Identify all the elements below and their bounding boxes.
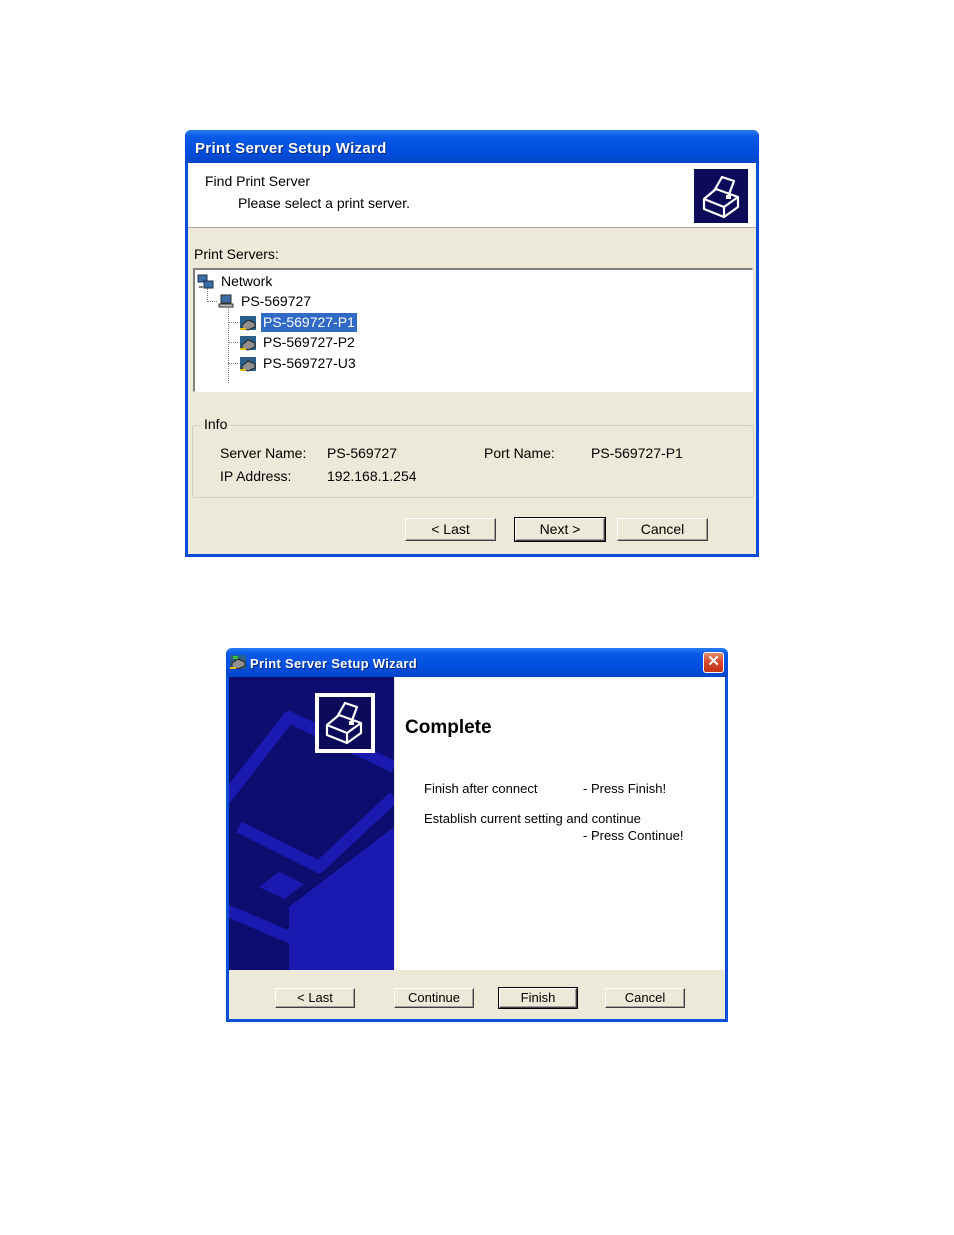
server-name-value: PS-569727 xyxy=(327,445,398,461)
header-title: Find Print Server xyxy=(205,173,311,189)
tree-line xyxy=(228,308,229,383)
continue-button[interactable]: Continue xyxy=(394,988,474,1008)
tree-node-network[interactable]: Network xyxy=(197,272,274,291)
printer-icon xyxy=(694,169,748,223)
tree-line xyxy=(228,342,238,343)
computer-icon xyxy=(217,294,235,310)
port-name-label: Port Name: xyxy=(484,445,555,461)
last-button[interactable]: < Last xyxy=(405,518,496,541)
wizard-side-banner xyxy=(229,677,394,970)
server-name-label: Server Name: xyxy=(220,445,307,461)
instruction-continue-action: - Press Continue! xyxy=(583,828,684,843)
cancel-button[interactable]: Cancel xyxy=(605,988,685,1008)
complete-dialog: Print Server Setup Wizard ✕ Complete Fin… xyxy=(226,648,728,1022)
finish-button[interactable]: Finish xyxy=(498,987,578,1009)
instruction-finish: Finish after connect xyxy=(424,781,538,796)
close-icon[interactable]: ✕ xyxy=(703,652,724,673)
printer-port-icon xyxy=(239,356,257,372)
window-title: Print Server Setup Wizard xyxy=(195,140,387,157)
tree-node-port[interactable]: PS-569727-P1 xyxy=(239,313,357,332)
wizard-content: Complete Finish after connect - Press Fi… xyxy=(395,677,725,970)
page-title: Complete xyxy=(405,717,492,738)
app-icon xyxy=(230,655,246,670)
printer-port-icon xyxy=(239,335,257,351)
tree-node-port[interactable]: PS-569727-P2 xyxy=(239,333,357,352)
printer-port-icon xyxy=(239,315,257,331)
title-bar[interactable]: Print Server Setup Wizard xyxy=(185,130,759,163)
printer-icon xyxy=(315,693,375,753)
info-groupbox: Info Server Name: PS-569727 Port Name: P… xyxy=(192,416,754,498)
network-icon xyxy=(197,274,215,290)
find-print-server-dialog: Print Server Setup Wizard Find Print Ser… xyxy=(185,130,759,557)
header-subtitle: Please select a print server. xyxy=(238,195,410,211)
next-button[interactable]: Next > xyxy=(514,517,606,542)
wizard-header: Find Print Server Please select a print … xyxy=(188,163,756,228)
instruction-continue: Establish current setting and continue xyxy=(424,811,641,826)
ip-address-value: 192.168.1.254 xyxy=(327,468,417,484)
tree-line xyxy=(207,301,217,302)
window-title: Print Server Setup Wizard xyxy=(250,656,418,671)
info-legend: Info xyxy=(201,416,231,432)
last-button[interactable]: < Last xyxy=(275,988,355,1008)
ip-address-label: IP Address: xyxy=(220,468,292,484)
print-servers-label: Print Servers: xyxy=(194,246,279,262)
tree-line xyxy=(228,363,238,364)
tree-node-server[interactable]: PS-569727 xyxy=(217,292,313,311)
title-bar[interactable]: Print Server Setup Wizard ✕ xyxy=(226,648,728,677)
cancel-button[interactable]: Cancel xyxy=(617,518,708,541)
print-server-tree[interactable]: Network PS-569727 PS-569727-P1 PS-569727… xyxy=(193,268,753,392)
port-name-value: PS-569727-P1 xyxy=(591,445,683,461)
tree-line xyxy=(228,322,238,323)
instruction-finish-action: - Press Finish! xyxy=(583,781,667,796)
tree-node-port[interactable]: PS-569727-U3 xyxy=(239,354,358,373)
